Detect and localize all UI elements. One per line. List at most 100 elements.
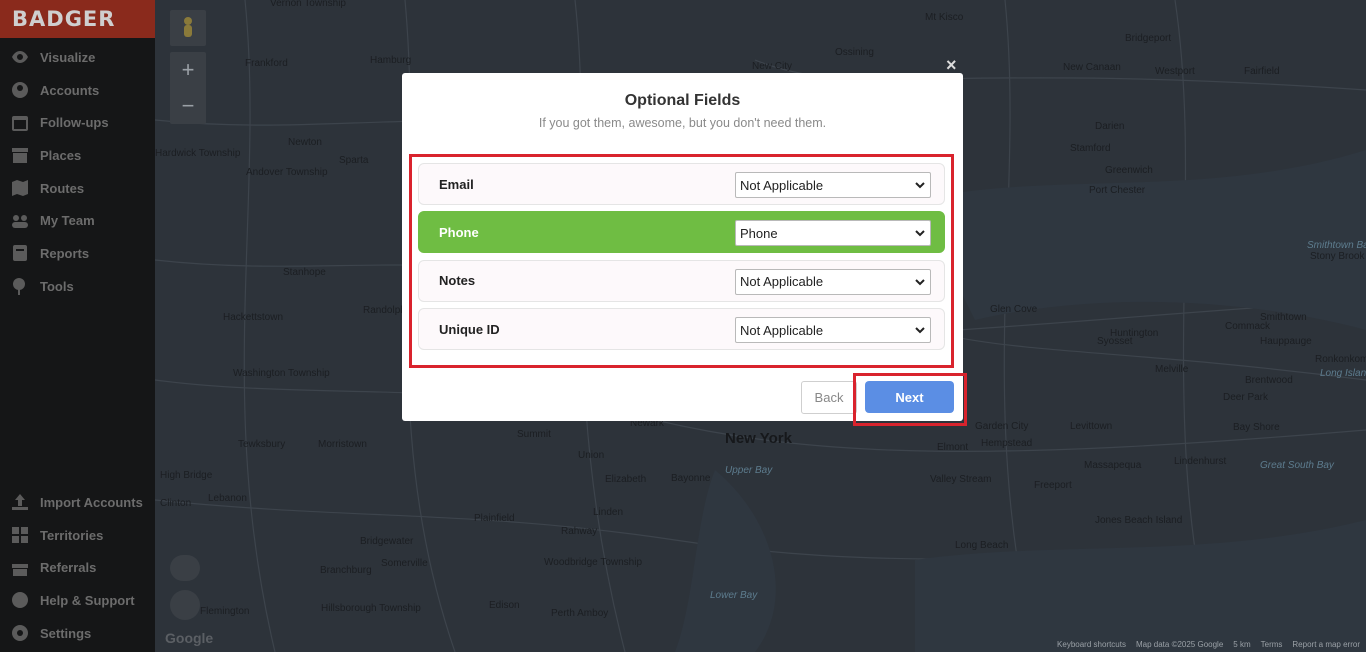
map-footer: Keyboard shortcuts Map data ©2025 Google 5…	[1057, 640, 1360, 649]
map-layer-toggle[interactable]	[170, 555, 200, 581]
map-place-label: Greenwich	[1105, 165, 1153, 176]
map-place-label: New City	[752, 61, 793, 72]
map-place-label: Lower Bay	[710, 590, 758, 601]
map-footer-item[interactable]: Map data ©2025 Google	[1136, 640, 1223, 649]
field-mapping-select[interactable]: Not Applicable	[735, 268, 931, 295]
map-place-label: Valley Stream	[930, 474, 992, 485]
sidebar-item-label: Reports	[40, 245, 90, 261]
map-footer-item[interactable]: 5 km	[1233, 640, 1250, 649]
sidebar-item-reports[interactable]: Reports	[0, 237, 155, 270]
store-icon	[10, 146, 30, 164]
field-label: Notes	[439, 273, 476, 289]
map-place-label: Brentwood	[1245, 375, 1293, 386]
map-place-label: Long Island	[1320, 368, 1366, 379]
map-place-label: Hardwick Township	[155, 148, 241, 159]
map-place-label: Smithtown	[1260, 312, 1307, 323]
sidebar-item-routes[interactable]: Routes	[0, 172, 155, 205]
map-place-label: Flemington	[200, 606, 250, 617]
map-footer-item[interactable]: Terms	[1261, 640, 1283, 649]
sidebar-item-import-accounts[interactable]: Import Accounts	[0, 486, 155, 519]
map-place-label: Great South Bay	[1260, 460, 1334, 471]
map-place-label: Woodbridge Township	[544, 557, 643, 568]
sidebar-item-label: Help & Support	[40, 592, 135, 608]
map-place-label: Union	[578, 450, 605, 461]
chevron-down-icon	[915, 327, 925, 334]
next-button[interactable]: Next	[865, 381, 954, 413]
map-place-label: Garden City	[975, 421, 1029, 432]
map-place-label: New York	[725, 430, 792, 447]
google-logo: Google	[165, 630, 214, 646]
map-place-label: Bay Shore	[1233, 422, 1280, 433]
field-mapping-select[interactable]: Not Applicable	[735, 172, 931, 198]
close-icon[interactable]: ×	[946, 55, 957, 76]
sidebar-item-label: Import Accounts	[40, 494, 143, 510]
map-place-label: Port Chester	[1089, 185, 1146, 196]
map-footer-item[interactable]: Report a map error	[1292, 640, 1360, 649]
sidebar-item-label: My Team	[40, 213, 95, 229]
map-icon	[10, 179, 30, 197]
map-place-label: Vernon Township	[270, 0, 346, 9]
select-value: Not Applicable	[740, 274, 824, 290]
dialog-subtitle: If you got them, awesome, but you don't …	[538, 116, 827, 130]
map-place-label: Stanhope	[283, 267, 326, 278]
map-place-label: Edison	[489, 600, 520, 611]
field-mapping-select[interactable]: Phone	[735, 220, 931, 247]
gift-icon	[10, 559, 30, 577]
map-place-label: Freeport	[1034, 480, 1072, 491]
map-place-label: Lebanon	[208, 493, 247, 504]
field-row-phone: Phone Phone	[418, 211, 945, 254]
map-place-label: Newton	[288, 137, 322, 148]
sidebar-item-help-support[interactable]: Help & Support	[0, 584, 155, 617]
chevron-down-icon	[915, 230, 925, 237]
map-place-label: Darien	[1095, 121, 1125, 132]
zoom-in-button[interactable]: +	[170, 52, 206, 88]
map-place-label: High Bridge	[160, 470, 213, 481]
sidebar-item-tools[interactable]: Tools	[0, 270, 155, 303]
zoom-control: + −	[170, 52, 206, 124]
sidebar-item-label: Settings	[40, 625, 92, 641]
field-label: Email	[439, 176, 474, 192]
map-place-label: Glen Cove	[990, 304, 1038, 315]
map-place-label: Massapequa	[1084, 460, 1142, 471]
select-value: Not Applicable	[740, 177, 824, 193]
map-place-label: Rahway	[561, 526, 598, 537]
map-place-label: Melville	[1155, 364, 1189, 375]
map-place-label: Levittown	[1070, 421, 1113, 432]
map-place-label: Linden	[593, 507, 624, 518]
sidebar-item-places[interactable]: Places	[0, 139, 155, 172]
zoom-out-button[interactable]: −	[170, 88, 206, 124]
brand-logo[interactable]: BADGER	[0, 0, 155, 38]
sidebar-item-accounts[interactable]: Accounts	[0, 74, 155, 107]
locate-button[interactable]	[170, 590, 200, 620]
map-place-label: Frankford	[245, 58, 288, 69]
map-place-label: Hempstead	[981, 438, 1033, 449]
back-button[interactable]: Back	[801, 381, 857, 414]
field-row-unique-id: Unique ID Not Applicable	[418, 308, 945, 351]
map-place-label: Tewksbury	[238, 439, 286, 450]
map-place-label: Hauppauge	[1260, 336, 1312, 347]
map-footer-item[interactable]: Keyboard shortcuts	[1057, 640, 1126, 649]
field-list: Email Not Applicable Phone Phone Notes Not Ap…	[418, 163, 945, 357]
map-place-label: Hackettstown	[223, 312, 284, 323]
sidebar-item-follow-ups[interactable]: Follow-ups	[0, 106, 155, 139]
map-place-label: Morristown	[318, 439, 367, 450]
map-place-label: Bayonne	[671, 473, 711, 484]
calendar-icon	[10, 114, 30, 132]
sidebar-item-label: Accounts	[40, 82, 100, 98]
map-place-label: Ronkonkoma	[1315, 354, 1366, 365]
team-icon	[10, 212, 30, 230]
sidebar-item-my-team[interactable]: My Team	[0, 204, 155, 237]
street-view-pegman[interactable]	[170, 10, 206, 46]
map-place-label: Clinton	[160, 498, 192, 509]
map-place-label: Perth Amboy	[551, 608, 609, 619]
sidebar-item-visualize[interactable]: Visualize	[0, 41, 155, 74]
sidebar-item-label: Routes	[40, 180, 85, 196]
map-place-label: Smithtown Bay	[1307, 240, 1366, 251]
map-place-label: Branchburg	[320, 565, 372, 576]
map-place-label: Stony Brook	[1310, 251, 1365, 262]
sidebar-item-territories[interactable]: Territories	[0, 519, 155, 552]
field-mapping-select[interactable]: Not Applicable	[735, 317, 931, 344]
sidebar-item-settings[interactable]: Settings	[0, 617, 155, 650]
sidebar-item-referrals[interactable]: Referrals	[0, 551, 155, 584]
map-place-label: Elizabeth	[605, 474, 647, 485]
